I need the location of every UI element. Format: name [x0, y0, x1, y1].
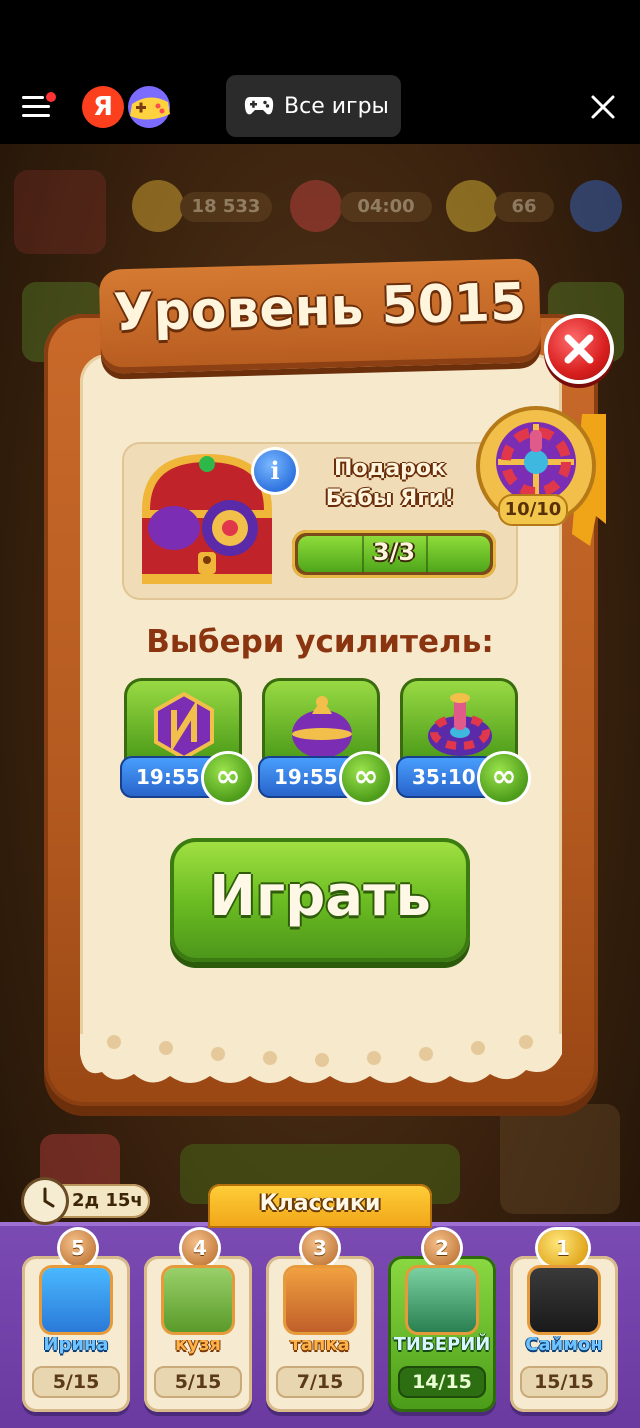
dialog-close-button[interactable] [548, 318, 610, 380]
rank-badge: 5 [60, 1230, 96, 1266]
gift-progress-bar: 3/3 [292, 530, 496, 578]
player-name: ТИБЕРИЙ [393, 1334, 491, 1355]
status-area [0, 0, 640, 70]
player-name: Ирина [43, 1334, 109, 1355]
settings-gear-icon [570, 180, 622, 232]
gift-title: Подарок Бабы Яги! [300, 454, 480, 514]
avatar [286, 1268, 354, 1332]
gamepad-icon [244, 97, 274, 115]
bomb-icon [292, 696, 352, 758]
all-games-label: Все игры [284, 93, 389, 119]
title-plank: Уровень 5015 [98, 258, 542, 374]
game-hud: 18 533 04:00 66 [0, 170, 640, 254]
boosters-title: Выбери усилитель: [146, 624, 494, 660]
avatar [164, 1268, 232, 1332]
clock-icon [24, 1180, 66, 1222]
tournament-tab-classics[interactable]: Классики [208, 1184, 432, 1228]
yandex-games-logo-icon[interactable] [124, 84, 174, 130]
spinning-top-icon [428, 693, 492, 756]
notification-dot [46, 92, 56, 102]
avatar [42, 1268, 110, 1332]
player-name: Саймон [525, 1334, 603, 1355]
profile-avatar [14, 170, 106, 254]
infinity-icon: ∞ [342, 754, 390, 802]
player-score: 15/15 [520, 1366, 608, 1398]
rank-badge-first: 1 [538, 1230, 588, 1266]
stars-counter: 66 [494, 192, 554, 222]
rank-badge: 2 [424, 1230, 460, 1266]
info-icon: i [270, 456, 280, 485]
wheel-count-badge: 10/10 [498, 494, 568, 526]
heart-icon [290, 180, 342, 232]
play-button[interactable]: Играть [170, 838, 470, 962]
player-score: 5/15 [154, 1366, 242, 1398]
player-score: 7/15 [276, 1366, 364, 1398]
avatar [408, 1268, 476, 1332]
player-score: 14/15 [398, 1366, 486, 1398]
star-icon [446, 180, 498, 232]
info-button[interactable]: i [254, 450, 296, 492]
menu-button[interactable] [22, 92, 56, 120]
gift-title-line1: Подарок [334, 456, 446, 481]
all-games-button[interactable]: Все игры [226, 75, 401, 137]
rank-badge: 3 [302, 1230, 338, 1266]
rank-badge: 4 [182, 1230, 218, 1266]
yandex-games-bar: Я Все игры [0, 70, 640, 144]
gift-title-line2: Бабы Яги! [325, 486, 455, 511]
infinity-icon: ∞ [204, 754, 252, 802]
side-event-button [500, 1104, 620, 1214]
play-label: Играть [209, 864, 431, 929]
infinity-icon: ∞ [480, 754, 528, 802]
tournament-timer: 2д 15ч [24, 1180, 150, 1222]
gift-progress-text: 3/3 [372, 538, 416, 566]
player-name: тапка [290, 1334, 350, 1355]
lives-timer: 04:00 [340, 192, 432, 222]
coins-counter: 18 533 [180, 192, 272, 222]
avatar [530, 1268, 598, 1332]
level-title: Уровень 5015 [112, 272, 527, 344]
magnet-icon [154, 691, 214, 761]
close-icon[interactable] [588, 92, 618, 122]
tournament-time-left: 2д 15ч [72, 1190, 143, 1211]
player-score: 5/15 [32, 1366, 120, 1398]
player-name: кузя [175, 1334, 221, 1355]
coin-icon [132, 180, 184, 232]
dialog-scallop-border [80, 1034, 562, 1083]
close-icon [564, 334, 594, 364]
yandex-logo[interactable]: Я [82, 86, 124, 128]
